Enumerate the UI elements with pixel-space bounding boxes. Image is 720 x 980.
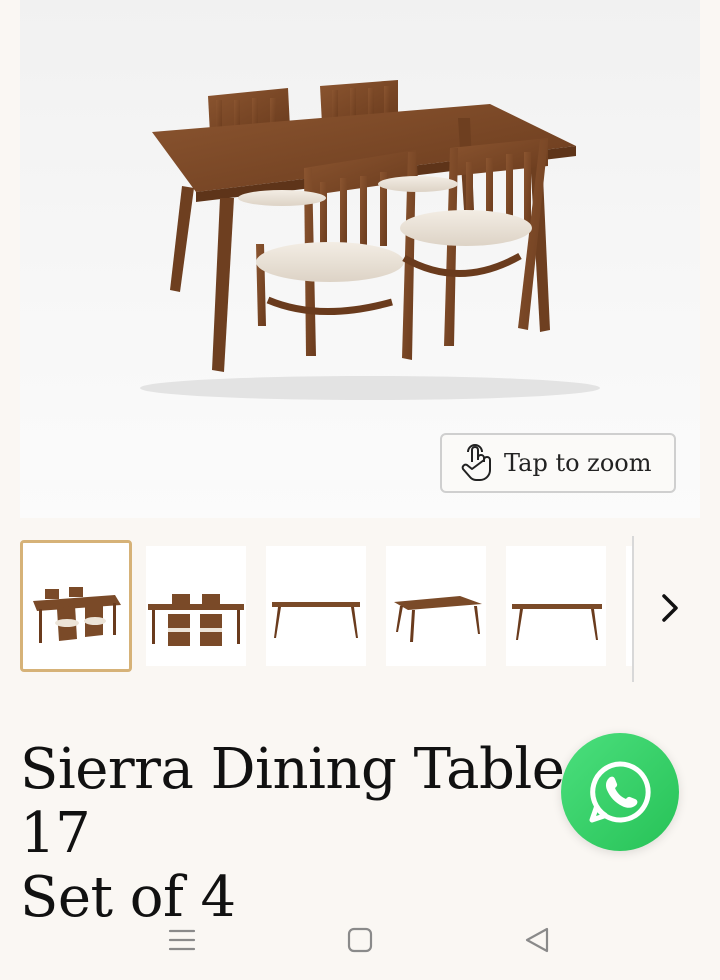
whatsapp-icon [589, 761, 651, 823]
whatsapp-chat-button[interactable] [561, 733, 679, 851]
thumbnail-dining-set-front[interactable] [146, 546, 246, 666]
thumbnail-image [266, 546, 366, 666]
thumbnail-image [506, 546, 606, 666]
home-square-icon[interactable] [342, 922, 378, 958]
thumbnail-gallery [0, 536, 720, 686]
menu-icon[interactable] [164, 922, 200, 958]
system-navigation-bar [0, 900, 720, 980]
thumbnail-image [386, 546, 486, 666]
thumbnail-image [23, 543, 129, 669]
thumbnail-divider [632, 536, 634, 682]
tap-to-zoom-label: Tap to zoom [504, 449, 652, 477]
thumbnail-table-side[interactable] [506, 546, 606, 666]
thumbnail-dining-set-angle[interactable] [20, 540, 132, 672]
thumbnail-image [146, 546, 246, 666]
chevron-right-icon[interactable] [652, 588, 688, 628]
tap-hand-icon [461, 444, 491, 481]
thumbnail-table-angle[interactable] [386, 546, 486, 666]
product-main-image[interactable]: Tap to zoom [20, 0, 700, 518]
tap-to-zoom-button[interactable]: Tap to zoom [440, 433, 676, 493]
thumbnail-table-front[interactable] [266, 546, 366, 666]
back-triangle-icon[interactable] [520, 922, 556, 958]
